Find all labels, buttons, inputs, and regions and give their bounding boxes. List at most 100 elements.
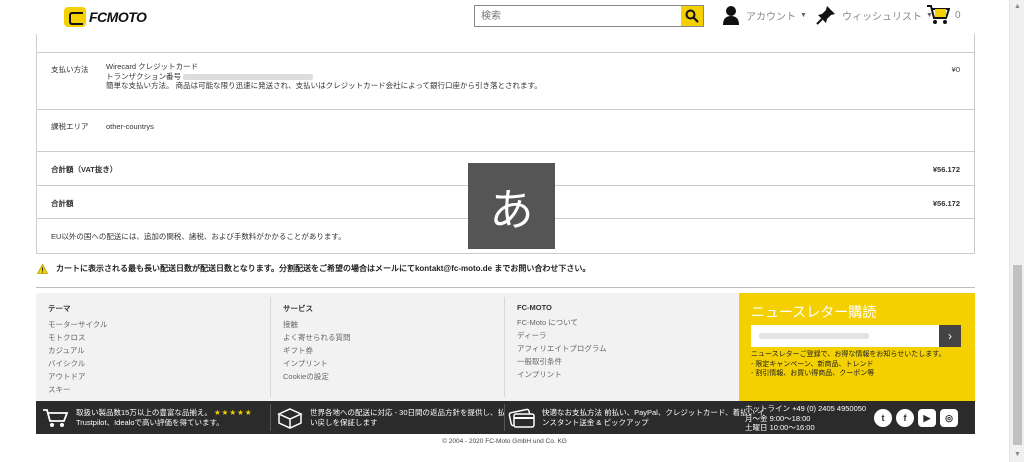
instagram-icon[interactable]: ◎: [940, 409, 958, 427]
total-amount: ¥56.172: [932, 199, 960, 208]
newsletter-panel: ニュースレター購読 › ニュースレターご登録で、お得な情報をお知らせいたします。…: [739, 293, 975, 401]
youtube-icon[interactable]: ▶: [918, 409, 936, 427]
customs-note: EU以外の国への配送には、追加の関税、諸税、および手数料がかかることがあります。: [51, 232, 346, 241]
facebook-icon[interactable]: f: [896, 409, 914, 427]
cart-icon: [43, 408, 69, 427]
transaction-line: トランザクション番号: [106, 72, 542, 82]
delivery-warning-text: カートに表示される最も長い配送日数が配送日数となります。分割配送をご希望の場合は…: [56, 264, 591, 273]
column-divider: [504, 297, 505, 397]
cart-count: 0: [955, 9, 961, 21]
newsletter-description: ニュースレターご登録で、お得な情報をお知らせいたします。 - 限定キャンペーン、…: [751, 350, 946, 379]
footer-link[interactable]: 接触: [283, 318, 351, 331]
shipping-info: 世界各地への配送に対応 - 30日間の返品方針を提供し、払い戻しを保証します: [276, 401, 510, 434]
payment-info: 快適なお支払方法 前払い、PayPal、クレジットカード、着払い インスタント送…: [508, 401, 767, 434]
payment-description: 簡単な支払い方法。 商品は可能な限り迅速に発送され、支払いはクレジットカード会社…: [106, 81, 542, 90]
scrollbar-thumb[interactable]: [1013, 265, 1022, 445]
scroll-down-arrow-icon[interactable]: ▼: [1013, 450, 1022, 460]
wishlist-label: ウィッシュリスト: [842, 11, 922, 23]
assortment-text: 取扱い製品数15万以上の豊富な品揃え。: [76, 407, 212, 417]
total-label: 合計額: [51, 199, 74, 208]
footer-link[interactable]: 一般取引条件: [517, 355, 607, 368]
logo-text: FCMOTO: [89, 9, 147, 25]
newsletter-text-line: - 割引情報、お買い得商品、クーポン等: [751, 370, 875, 377]
footer-link[interactable]: ディーラ: [517, 329, 607, 342]
fcmoto-logo[interactable]: FCMOTO: [64, 6, 147, 28]
search-button[interactable]: [681, 6, 703, 26]
payment-text: 快適なお支払方法 前払い、PayPal、クレジットカード、着払い インスタント送…: [542, 407, 765, 427]
hotline-number: ホットライン +49 (0) 2405 4950050: [745, 404, 867, 413]
payment-details: Wirecard クレジットカード トランザクション番号 簡単な支払い方法。 商…: [106, 62, 542, 91]
tax-area-value: other-countrys: [106, 122, 154, 131]
footer-link[interactable]: モーターサイクル: [48, 318, 107, 331]
hours-weekday: 月〜金 9:00〜18:00: [745, 413, 811, 423]
footer-column-service: サービス 接触 よく寄せられる質問 ギフト券 インプリント Cookieの設定: [283, 303, 351, 383]
footer-link[interactable]: FC-Moto について: [517, 316, 607, 329]
newsletter-text-line: ニュースレターご登録で、お得な情報をお知らせいたします。: [751, 351, 946, 358]
rating-stars: ★★★★★: [213, 407, 253, 417]
newsletter-title: ニュースレター購読: [751, 304, 877, 320]
cart-icon: [927, 5, 950, 24]
footer-link[interactable]: バイシクル: [48, 357, 107, 370]
footer-link[interactable]: Cookieの設定: [283, 370, 351, 383]
newsletter-text-line: - 限定キャンペーン、新商品、トレンド: [751, 360, 874, 368]
column-divider: [270, 297, 271, 397]
payment-row: 支払い方法 Wirecard クレジットカード トランザクション番号 簡単な支払…: [37, 52, 974, 109]
search-box: [474, 5, 704, 27]
footer-column-title: テーマ: [48, 304, 71, 313]
cart-button[interactable]: 0: [926, 4, 961, 26]
logo-mark-icon: [64, 7, 86, 27]
rating-text: Trustpilot、Idealoで高い評価を得ています。: [76, 417, 224, 427]
search-icon: [685, 9, 699, 23]
credit-card-icon: [508, 408, 535, 428]
account-label: アカウント: [746, 11, 796, 23]
tax-area-row: 課税エリア other-countrys: [37, 109, 974, 151]
page-scrollbar[interactable]: ▲ ▼: [1009, 0, 1024, 462]
footer-link[interactable]: ギフト券: [283, 344, 351, 357]
bar-divider: [270, 404, 271, 431]
copyright: © 2004 - 2020 FC-Moto GmbH und Co. KG: [442, 438, 567, 445]
ime-indicator: あ: [468, 163, 555, 249]
footer-column-fcmoto: FC-MOTO FC-Moto について ディーラ アフィリエイトプログラム 一…: [517, 303, 607, 381]
footer-link[interactable]: カジュアル: [48, 344, 107, 357]
payment-amount: ¥0: [951, 65, 960, 74]
payment-label: 支払い方法: [51, 65, 89, 74]
footer-link[interactable]: アフィリエイトプログラム: [517, 342, 607, 355]
newsletter-submit-button[interactable]: ›: [939, 325, 961, 347]
delivery-warning: カートに表示される最も長い配送日数が配送日数となります。分割配送をご希望の場合は…: [37, 263, 590, 274]
search-input[interactable]: [475, 6, 681, 26]
pin-icon: [816, 6, 835, 25]
page: FCMOTO アカウント ▼ ウィッシュリスト: [0, 0, 1024, 462]
footer-link[interactable]: アウトドア: [48, 370, 107, 383]
footer-link[interactable]: インプリント: [517, 368, 607, 381]
newsletter-email-input[interactable]: [751, 325, 939, 347]
info-bar: 取扱い製品数15万以上の豊富な品揃え。 ★★★★★ Trustpilot、Ide…: [36, 401, 975, 434]
account-menu[interactable]: アカウント ▼: [722, 5, 807, 25]
twitter-icon[interactable]: t: [874, 409, 892, 427]
shipping-text: 世界各地への配送に対応 - 30日間の返品方針を提供し、払い戻しを保証します: [310, 407, 506, 427]
site-header: FCMOTO アカウント ▼ ウィッシュリスト: [0, 0, 1009, 34]
email-redacted: [759, 333, 869, 339]
transaction-label: トランザクション番号: [106, 71, 181, 81]
wishlist-menu[interactable]: ウィッシュリスト ▼: [816, 5, 933, 25]
payment-method: Wirecard クレジットカード: [106, 62, 199, 71]
assortment-info: 取扱い製品数15万以上の豊富な品揃え。 ★★★★★ Trustpilot、Ide…: [42, 401, 276, 434]
footer-link[interactable]: モトクロス: [48, 331, 107, 344]
chevron-down-icon: ▼: [800, 11, 807, 19]
bar-divider: [504, 404, 505, 431]
social-links: t f ▶ ◎: [874, 409, 958, 427]
total-excl-vat-amount: ¥56.172: [932, 165, 960, 174]
hotline-info: ホットライン +49 (0) 2405 4950050 月〜金 9:00〜18:…: [745, 404, 866, 433]
tax-area-label: 課税エリア: [51, 122, 89, 131]
transaction-number-redacted: [183, 73, 314, 80]
footer-column-title: FC-MOTO: [517, 303, 552, 312]
footer-link[interactable]: スキー: [48, 383, 107, 396]
warning-icon: [37, 263, 48, 274]
package-icon: [277, 407, 303, 429]
footer-column-theme: テーマ モーターサイクル モトクロス カジュアル バイシクル アウトドア スキー: [48, 303, 107, 396]
footer-link[interactable]: インプリント: [283, 357, 351, 370]
total-excl-vat-label: 合計額（VAT抜き）: [51, 165, 118, 174]
scroll-up-arrow-icon[interactable]: ▲: [1013, 2, 1022, 12]
user-icon: [723, 6, 739, 25]
divider: [36, 287, 975, 288]
footer-link[interactable]: よく寄せられる質問: [283, 331, 351, 344]
